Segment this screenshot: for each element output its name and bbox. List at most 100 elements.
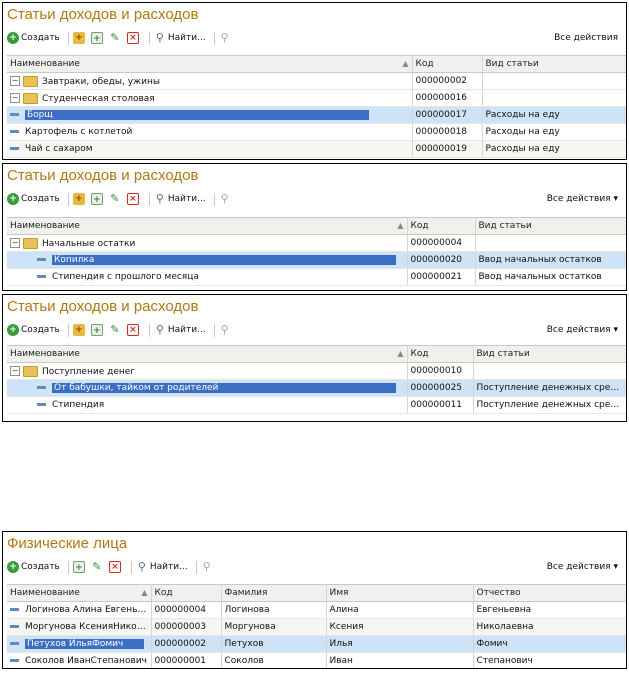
column-header-kind[interactable]: Вид статьи <box>475 217 626 235</box>
chevron-down-icon: ▾ <box>613 562 618 572</box>
all-actions-menu[interactable]: Все действия ▾ <box>547 188 618 210</box>
create-group-button[interactable]: + <box>72 32 87 44</box>
column-header-name[interactable]: Наименование ▲ <box>7 55 413 73</box>
kind-cell: Поступление денежных средств <box>473 396 626 414</box>
cancel-search-button[interactable]: ⚲ <box>219 193 233 205</box>
plus-circle-icon: + <box>7 561 19 573</box>
first-name-cell: Илья <box>326 635 474 653</box>
pencil-icon: ✎ <box>110 323 120 336</box>
copy-icon: + <box>90 324 103 336</box>
all-actions-menu[interactable]: Все действия ▾ <box>547 556 618 578</box>
column-header-kind[interactable]: Вид статьи <box>473 345 626 363</box>
search-icon: ⚲ <box>155 323 164 336</box>
element-icon <box>37 386 46 389</box>
name-cell: Борщ <box>7 106 413 124</box>
find-button[interactable]: ⚲ Найти... <box>136 561 188 573</box>
column-header-code[interactable]: Код <box>151 584 222 602</box>
edit-button[interactable]: ✎ <box>109 32 123 44</box>
cancel-search-button[interactable]: ⚲ <box>219 324 233 336</box>
column-header-name[interactable]: Наименование ▲ <box>7 345 408 363</box>
element-icon <box>37 258 46 261</box>
code-cell: 000000018 <box>412 123 483 141</box>
toolbar-separator <box>195 560 197 574</box>
delete-button[interactable]: × <box>126 324 141 336</box>
table-row[interactable]: Стипендия с прошлого месяца 000000021 Вв… <box>7 268 626 286</box>
delete-button[interactable]: × <box>108 561 123 573</box>
first-name-cell: Алина <box>326 601 474 619</box>
element-icon <box>10 130 19 133</box>
create-button[interactable]: + Создать <box>7 32 60 44</box>
last-name-cell: Моргунова <box>221 618 327 636</box>
table-row[interactable]: Логинова Алина Евгенье... 000000004 Логи… <box>7 601 626 619</box>
create-button[interactable]: + Создать <box>7 561 60 573</box>
middle-name-cell: Фомич <box>473 635 626 653</box>
table-row[interactable]: − Поступление денег 000000010 <box>7 362 626 380</box>
toolbar-separator <box>67 560 69 574</box>
column-header-middle-name[interactable]: Отчество <box>473 584 626 602</box>
search-cancel-icon: ⚲ <box>220 31 229 44</box>
table-row[interactable]: − Студенческая столовая 000000016 <box>7 89 626 107</box>
create-button[interactable]: + Создать <box>7 193 60 205</box>
cancel-search-button[interactable]: ⚲ <box>219 32 233 44</box>
find-button[interactable]: ⚲ Найти... <box>154 324 206 336</box>
table-row-selected[interactable]: От бабушки, тайком от родителей 00000002… <box>7 379 626 397</box>
table-row[interactable]: − Начальные остатки 000000004 <box>7 234 626 252</box>
all-actions-menu[interactable]: Все действия <box>554 27 618 49</box>
column-header-first-name[interactable]: Имя <box>326 584 474 602</box>
collapse-icon[interactable]: − <box>10 93 20 103</box>
table-row[interactable]: − Завтраки, обеды, ужины 000000002 <box>7 72 626 90</box>
name-cell: Стипендия с прошлого месяца <box>7 268 408 286</box>
element-icon <box>10 642 19 645</box>
table-row[interactable]: Соколов ИванСтепанович 000000001 Соколов… <box>7 652 626 668</box>
column-header-code[interactable]: Код <box>412 55 483 73</box>
toolbar: + Создать + + ✎ × ⚲ Найти... ⚲ Все действи… <box>3 27 626 49</box>
delete-button[interactable]: × <box>126 193 141 205</box>
copy-button[interactable]: + <box>90 32 105 44</box>
table-row[interactable]: Картофель с котлетой 000000018 Расходы н… <box>7 123 626 141</box>
collapse-icon[interactable]: − <box>10 366 20 376</box>
table-row-selected[interactable]: Борщ 000000017 Расходы на еду <box>7 106 626 124</box>
code-cell: 000000004 <box>151 601 222 619</box>
code-cell: 000000021 <box>407 268 476 286</box>
column-header-code[interactable]: Код <box>407 217 476 235</box>
toolbar: + Создать + + ✎ × ⚲ Найти... ⚲ Все действи… <box>3 319 626 341</box>
column-header-last-name[interactable]: Фамилия <box>221 584 327 602</box>
find-button[interactable]: ⚲ Найти... <box>154 193 206 205</box>
column-header-kind[interactable]: Вид статьи <box>482 55 626 73</box>
panel-title: Статьи доходов и расходов <box>7 6 199 23</box>
table-row[interactable]: Чай с сахаром 000000019 Расходы на еду <box>7 140 626 158</box>
kind-cell <box>475 234 626 252</box>
table-row[interactable]: Стипендия 000000011 Поступление денежных… <box>7 396 626 414</box>
cancel-search-button[interactable]: ⚲ <box>201 561 215 573</box>
create-group-button[interactable]: + <box>72 193 87 205</box>
copy-button[interactable]: + <box>72 561 87 573</box>
code-cell: 000000004 <box>407 234 476 252</box>
copy-button[interactable]: + <box>90 324 105 336</box>
element-icon <box>37 403 46 406</box>
table-row-selected[interactable]: Петухов ИльяФомич 000000002 Петухов Илья… <box>7 635 626 653</box>
panel-income-expense-1: Статьи доходов и расходов + Создать + + ✎… <box>2 2 627 160</box>
edit-button[interactable]: ✎ <box>109 193 123 205</box>
table-row-selected[interactable]: Копилка 000000020 Ввод начальных остатко… <box>7 251 626 269</box>
all-actions-menu[interactable]: Все действия ▾ <box>547 319 618 341</box>
folder-icon <box>23 75 38 87</box>
create-group-button[interactable]: + <box>72 324 87 336</box>
collapse-icon[interactable]: − <box>10 76 20 86</box>
table-row[interactable]: Моргунова КсенияНикол... 000000003 Моргу… <box>7 618 626 636</box>
create-button[interactable]: + Создать <box>7 324 60 336</box>
kind-cell: Расходы на еду <box>482 140 626 158</box>
code-cell: 000000002 <box>151 635 222 653</box>
column-header-name[interactable]: Наименование ▲ <box>7 217 408 235</box>
table-header: Наименование ▲ Код Вид статьи <box>7 217 626 235</box>
edit-button[interactable]: ✎ <box>91 561 105 573</box>
collapse-icon[interactable]: − <box>10 238 20 248</box>
column-header-name[interactable]: Наименование ▲ <box>7 584 152 602</box>
code-cell: 000000010 <box>407 362 474 380</box>
copy-button[interactable]: + <box>90 193 105 205</box>
delete-button[interactable]: × <box>126 32 141 44</box>
column-header-code[interactable]: Код <box>407 345 474 363</box>
edit-button[interactable]: ✎ <box>109 324 123 336</box>
chevron-down-icon: ▾ <box>613 325 618 335</box>
name-cell: − Студенческая столовая <box>7 89 413 107</box>
find-button[interactable]: ⚲ Найти... <box>154 32 206 44</box>
